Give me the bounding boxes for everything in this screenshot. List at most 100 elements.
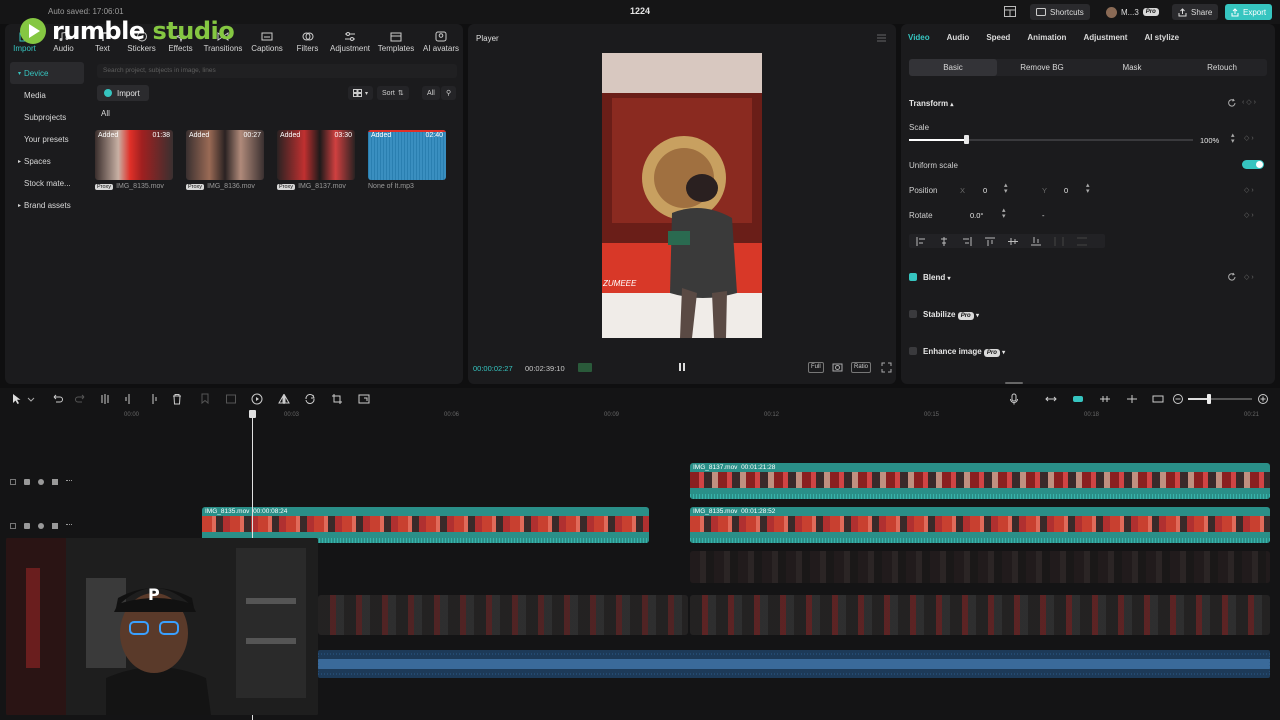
zoom-out-icon[interactable] [1172,393,1184,405]
tab-ai-avatars[interactable]: AI avatars [419,24,463,56]
scale-slider[interactable] [909,139,1193,141]
audio-track-clip[interactable] [318,650,1270,678]
filter-button[interactable]: ⚲ [441,86,457,100]
keyframe-icon[interactable]: ◇ › [1244,273,1254,281]
tab-speed[interactable]: Speed [986,33,1010,42]
split-icon[interactable] [99,393,111,405]
layout-icon[interactable] [1004,6,1016,17]
export-button[interactable]: Export [1225,4,1273,20]
shortcuts-button[interactable]: Shortcuts [1030,4,1090,20]
tab-filters[interactable]: Filters [288,24,327,56]
keyframe-icon[interactable]: ◇ › [1244,134,1254,142]
fullscreen-quality-button[interactable]: Full [808,362,824,373]
pos-y-stepper-icon[interactable]: ▴ ▾ [1086,182,1090,195]
more-icon[interactable] [66,480,72,486]
sidebar-item-device[interactable]: ▾ Device [10,62,84,84]
rotate-extra[interactable]: - [1042,211,1045,220]
share-button[interactable]: Share [1172,4,1219,20]
select-tool-icon[interactable] [11,393,23,405]
subtab-mask[interactable]: Mask [1087,59,1177,76]
playhead-handle[interactable] [249,410,256,418]
preview-axis-icon[interactable] [1152,393,1164,405]
video-preview[interactable]: ZUMEEE [602,53,762,338]
blend-section-title[interactable]: Blend ▾ [923,273,950,282]
zoom-in-icon[interactable] [1257,393,1269,405]
rotate-icon[interactable] [304,393,316,405]
split-left-icon[interactable] [123,393,135,405]
snapshot-icon[interactable] [832,362,843,373]
tab-templates[interactable]: Templates [373,24,419,56]
align-center-h-icon[interactable] [932,234,955,248]
subtab-remove-bg[interactable]: Remove BG [997,59,1087,76]
zoom-slider-handle[interactable] [1207,394,1211,404]
align-left-icon[interactable] [909,234,932,248]
reset-icon[interactable] [1227,272,1237,282]
enhance-image-section-title[interactable]: Enhance image Pro ▾ [923,347,1005,357]
undo-icon[interactable] [51,393,63,405]
scale-slider-handle[interactable] [963,135,969,144]
rotate-stepper-icon[interactable]: ▴ ▾ [1002,207,1006,220]
ratio-button[interactable]: Ratio [851,362,872,373]
align-bottom-icon[interactable] [1024,234,1047,248]
player-menu-icon[interactable] [877,34,886,42]
align-top-icon[interactable] [978,234,1001,248]
lock-icon[interactable] [24,522,30,529]
view-mode-button[interactable]: ▾ [348,86,374,100]
visibility-icon[interactable] [38,478,44,485]
track-menu-icon[interactable] [10,478,16,485]
align-right-icon[interactable] [955,234,978,248]
microphone-icon[interactable] [1008,393,1020,405]
uniform-scale-toggle[interactable] [1242,160,1264,169]
visibility-icon[interactable] [38,522,44,529]
blend-checkbox[interactable] [909,273,917,281]
tab-animation[interactable]: Animation [1027,33,1066,42]
pos-x-input[interactable]: 0 [983,186,987,195]
tab-adjustment[interactable]: Adjustment [327,24,373,56]
sidebar-item-brand-assets[interactable]: ▸ Brand assets [10,194,84,216]
rotate-input[interactable]: 0.0° [970,211,983,220]
snap-icon[interactable] [1099,393,1111,405]
more-icon[interactable] [66,524,72,530]
resize-icon[interactable] [358,393,370,405]
scale-value[interactable]: 100% [1200,136,1219,145]
pause-button[interactable] [677,361,687,373]
align-center-v-icon[interactable] [1001,234,1024,248]
transform-section-title[interactable]: Transform ▴ [909,99,953,108]
subtab-retouch[interactable]: Retouch [1177,59,1267,76]
keyframe-nav-icon[interactable]: ‹ ◇ › [1242,98,1256,106]
speaker-icon[interactable] [52,522,58,529]
reset-icon[interactable] [1227,98,1237,108]
mirror-icon[interactable] [278,393,290,405]
track-menu-icon[interactable] [10,522,16,529]
chevron-down-icon[interactable] [27,393,35,405]
delete-icon[interactable] [171,393,183,405]
enhance-image-checkbox[interactable] [909,347,917,355]
sidebar-item-your-presets[interactable]: Your presets [10,128,84,150]
timeline-clip[interactable]: IMG_8137.mov 00:01:21:28 [690,463,1270,499]
sidebar-item-spaces[interactable]: ▸ Spaces [10,150,84,172]
stabilize-section-title[interactable]: Stabilize Pro ▾ [923,310,979,320]
magnet-icon[interactable] [1072,393,1084,405]
keyframe-icon[interactable]: ◇ › [1244,211,1254,219]
subtab-basic[interactable]: Basic [909,59,997,76]
filter-all-button[interactable]: All [422,86,440,100]
scale-stepper-icon[interactable]: ▴ ▾ [1231,132,1235,145]
media-search-input[interactable]: Search project, subjects in image, lines [97,64,457,78]
scroll-indicator[interactable] [1005,382,1023,384]
tab-ai-stylize[interactable]: AI stylize [1144,33,1179,42]
media-item[interactable]: Added 01:38 Proxy IMG_8135.mov [95,130,173,190]
split-view-icon[interactable] [1126,393,1138,405]
media-item[interactable]: Added 03:30 Proxy IMG_8137.mov [277,130,355,190]
media-item[interactable]: Added 00:27 Proxy IMG_8136.mov [186,130,264,190]
pos-x-stepper-icon[interactable]: ▴ ▾ [1004,182,1008,195]
play-circle-icon[interactable] [251,393,263,405]
lock-icon[interactable] [24,478,30,485]
expand-icon[interactable] [881,362,892,373]
sidebar-item-subprojects[interactable]: Subprojects [10,106,84,128]
split-right-icon[interactable] [147,393,159,405]
sidebar-item-stock-material[interactable]: Stock mate... [10,172,84,194]
stabilize-checkbox[interactable] [909,310,917,318]
sidebar-item-media[interactable]: Media [10,84,84,106]
tab-audio[interactable]: Audio [947,33,970,42]
link-icon[interactable] [1045,393,1057,405]
